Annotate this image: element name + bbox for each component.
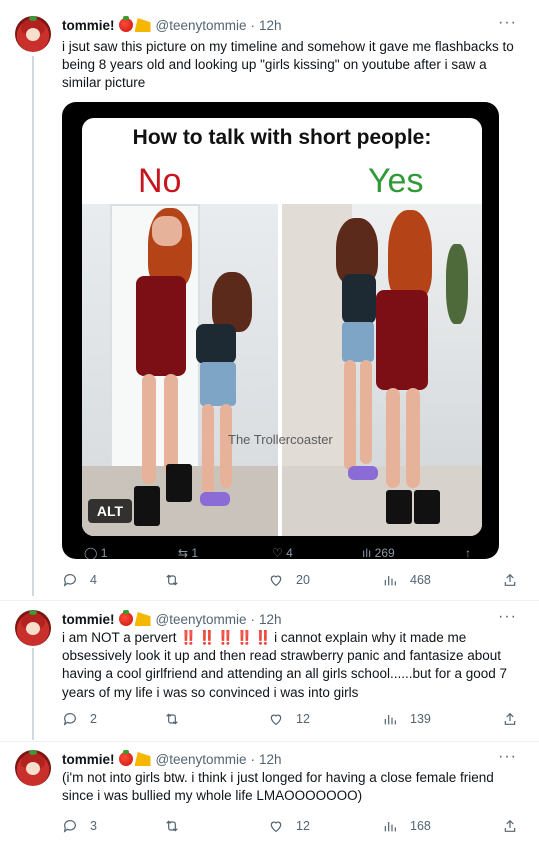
separator-dot: ·: [250, 17, 256, 33]
like-count: 12: [296, 712, 310, 726]
like-icon: [270, 714, 282, 726]
alt-badge[interactable]: ALT: [88, 499, 132, 523]
action-bar: 2 12 139: [62, 710, 522, 728]
action-bar: 3 12 168: [62, 817, 522, 835]
like-count: 20: [296, 573, 310, 587]
reply-count: 3: [90, 819, 97, 833]
more-icon[interactable]: ···: [498, 608, 517, 626]
tweet-text: (i'm not into girls btw. i think i just …: [62, 770, 494, 804]
inner-replies: ◯ 1: [84, 546, 108, 559]
views-count: 139: [410, 712, 431, 726]
tomato-emoji-icon: [118, 750, 133, 766]
inner-likes: ♡ 4: [272, 546, 293, 559]
display-name[interactable]: tommie!: [62, 612, 115, 627]
more-icon[interactable]: ···: [498, 748, 517, 766]
tomato-emoji-icon: [118, 16, 133, 32]
meme-label-no: No: [138, 162, 182, 200]
retweet-button[interactable]: [164, 817, 180, 835]
like-icon: [270, 821, 282, 833]
tweet-text-part: i am NOT a pervert: [62, 630, 177, 645]
meme-image: How to talk with short people: No Yes Th…: [82, 118, 482, 536]
share-icon: [504, 819, 516, 832]
inner-share: ↑: [465, 546, 471, 559]
timestamp[interactable]: 12h: [259, 752, 282, 767]
more-icon[interactable]: ···: [498, 14, 517, 32]
like-button[interactable]: 20: [268, 571, 310, 589]
cheese-emoji-icon: [134, 752, 151, 766]
reply-button[interactable]: 2: [62, 710, 97, 728]
meme-title: How to talk with short people:: [132, 126, 432, 149]
retweet-icon: [166, 820, 178, 832]
retweet-button[interactable]: [164, 710, 180, 728]
reply-icon: [63, 574, 76, 587]
display-name[interactable]: tommie!: [62, 18, 115, 33]
tweet-text: i am NOT a pervert ‼️ ‼️ ‼️ ‼️ ‼️ i cann…: [62, 629, 522, 702]
like-icon: [270, 575, 282, 587]
views-count: 168: [410, 819, 431, 833]
views-icon: [384, 576, 396, 586]
tweet-header: tommie! @teenytommie · 12h: [62, 16, 282, 34]
user-handle[interactable]: @teenytommie: [156, 612, 247, 627]
views-count: 468: [410, 573, 431, 587]
views-button[interactable]: 139: [382, 710, 431, 728]
like-button[interactable]: 12: [268, 817, 310, 835]
share-icon: [504, 712, 516, 725]
avatar[interactable]: [15, 16, 51, 52]
avatar[interactable]: [15, 750, 51, 786]
user-handle[interactable]: @teenytommie: [156, 752, 247, 767]
views-button[interactable]: 468: [382, 571, 431, 589]
tweet-media[interactable]: How to talk with short people: No Yes Th…: [62, 102, 499, 559]
reply-button[interactable]: 3: [62, 817, 97, 835]
user-handle[interactable]: @teenytommie: [156, 18, 247, 33]
like-count: 12: [296, 819, 310, 833]
views-icon: [384, 715, 396, 725]
separator-dot: ·: [250, 751, 256, 767]
inner-views: ılı 269: [362, 546, 395, 559]
meme-label-yes: Yes: [368, 162, 424, 200]
tweet-header: tommie! @teenytommie · 12h: [62, 610, 282, 628]
share-button[interactable]: [502, 571, 518, 589]
timestamp[interactable]: 12h: [259, 612, 282, 627]
reply-count: 2: [90, 712, 97, 726]
display-name[interactable]: tommie!: [62, 752, 115, 767]
separator-dot: ·: [250, 611, 256, 627]
meme-watermark: The Trollercoaster: [228, 432, 333, 447]
share-button[interactable]: [502, 710, 518, 728]
tomato-emoji-icon: [118, 610, 133, 626]
reply-button[interactable]: 4: [62, 571, 97, 589]
retweet-icon: [166, 574, 178, 586]
timestamp[interactable]: 12h: [259, 18, 282, 33]
retweet-button[interactable]: [164, 571, 180, 589]
tweet-3[interactable]: tommie! @teenytommie · 12h ··· (i'm not …: [0, 742, 539, 842]
exclamation-emojis: ‼️ ‼️ ‼️ ‼️ ‼️: [180, 630, 271, 645]
tweet-text: i jsut saw this picture on my timeline a…: [62, 39, 514, 91]
tweet-header: tommie! @teenytommie · 12h: [62, 750, 282, 768]
share-button[interactable]: [502, 817, 518, 835]
tweet-1[interactable]: tommie! @teenytommie · 12h ··· i jsut sa…: [0, 0, 539, 600]
inner-actions-row: ◯ 1 ⇆ 1 ♡ 4 ılı 269 ↑: [82, 546, 482, 559]
cheese-emoji-icon: [134, 18, 151, 32]
reply-icon: [63, 820, 76, 833]
reply-icon: [63, 713, 76, 726]
avatar[interactable]: [15, 610, 51, 646]
reply-count: 4: [90, 573, 97, 587]
action-bar: 4 20 468: [62, 571, 522, 589]
views-icon: [384, 822, 396, 832]
inner-retweets: ⇆ 1: [178, 546, 199, 559]
views-button[interactable]: 168: [382, 817, 431, 835]
share-icon: [504, 573, 516, 586]
photo-right: [282, 204, 482, 536]
photo-left: [82, 204, 278, 536]
cheese-emoji-icon: [134, 612, 151, 626]
like-button[interactable]: 12: [268, 710, 310, 728]
retweet-icon: [166, 713, 178, 725]
tweet-2[interactable]: tommie! @teenytommie · 12h ··· i am NOT …: [0, 601, 539, 741]
